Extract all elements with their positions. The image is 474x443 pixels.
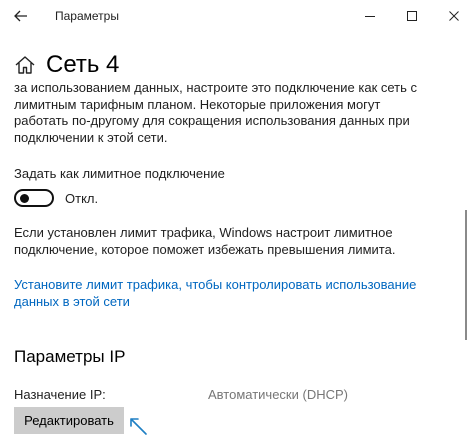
page-title: Сеть 4: [46, 51, 120, 78]
link-line[interactable]: Установите лимит трафика, чтобы контроли…: [14, 277, 454, 294]
scrollbar-thumb[interactable]: [465, 210, 467, 340]
back-arrow-icon: [14, 10, 27, 22]
limit-note-line: Если установлен лимит трафика, Windows н…: [14, 225, 393, 240]
toggle-state-label: Откл.: [65, 190, 99, 206]
close-button[interactable]: [434, 4, 474, 28]
edit-ip-button[interactable]: Редактировать: [14, 407, 124, 434]
metered-description: за использованием данных, настроите это …: [14, 80, 454, 146]
ip-assignment-label: Назначение IP:: [14, 387, 106, 402]
description-line: работать по-другому для сокращения испол…: [14, 113, 410, 128]
limit-note: Если установлен лимит трафика, Windows н…: [14, 225, 454, 258]
metered-toggle[interactable]: [14, 189, 54, 207]
limit-note-line: подключение, которое поможет избежать пр…: [14, 241, 396, 257]
description-line: подключении к этой сети.: [14, 129, 168, 145]
pointer-arrow-icon: [130, 418, 147, 435]
ip-assignment-value: Автоматически (DHCP): [208, 387, 348, 402]
window-title: Параметры: [55, 9, 119, 23]
toggle-knob: [20, 194, 29, 203]
maximize-icon: [407, 11, 417, 21]
minimize-button[interactable]: [350, 4, 390, 28]
maximize-button[interactable]: [392, 4, 432, 28]
ip-section-header: Параметры IP: [14, 347, 454, 367]
link-line[interactable]: данных в этой сети: [14, 294, 454, 311]
description-line: лимитным тарифным планом. Некоторые прил…: [14, 96, 381, 112]
back-button[interactable]: [6, 4, 36, 28]
title-bar: Параметры: [0, 0, 474, 32]
metered-toggle-label-wrap: Задать как лимитное подключение: [14, 165, 454, 183]
home-icon[interactable]: [14, 54, 36, 76]
metered-toggle-row: Откл.: [14, 189, 98, 207]
page-header: Сеть 4: [14, 50, 119, 80]
minimize-icon: [365, 16, 375, 17]
metered-toggle-label: Задать как лимитное подключение: [14, 166, 225, 181]
set-data-limit-link[interactable]: Установите лимит трафика, чтобы контроли…: [14, 277, 454, 310]
description-line: за использованием данных, настроите это …: [14, 80, 418, 95]
ip-section-title: Параметры IP: [14, 347, 126, 366]
close-icon: [449, 11, 459, 21]
